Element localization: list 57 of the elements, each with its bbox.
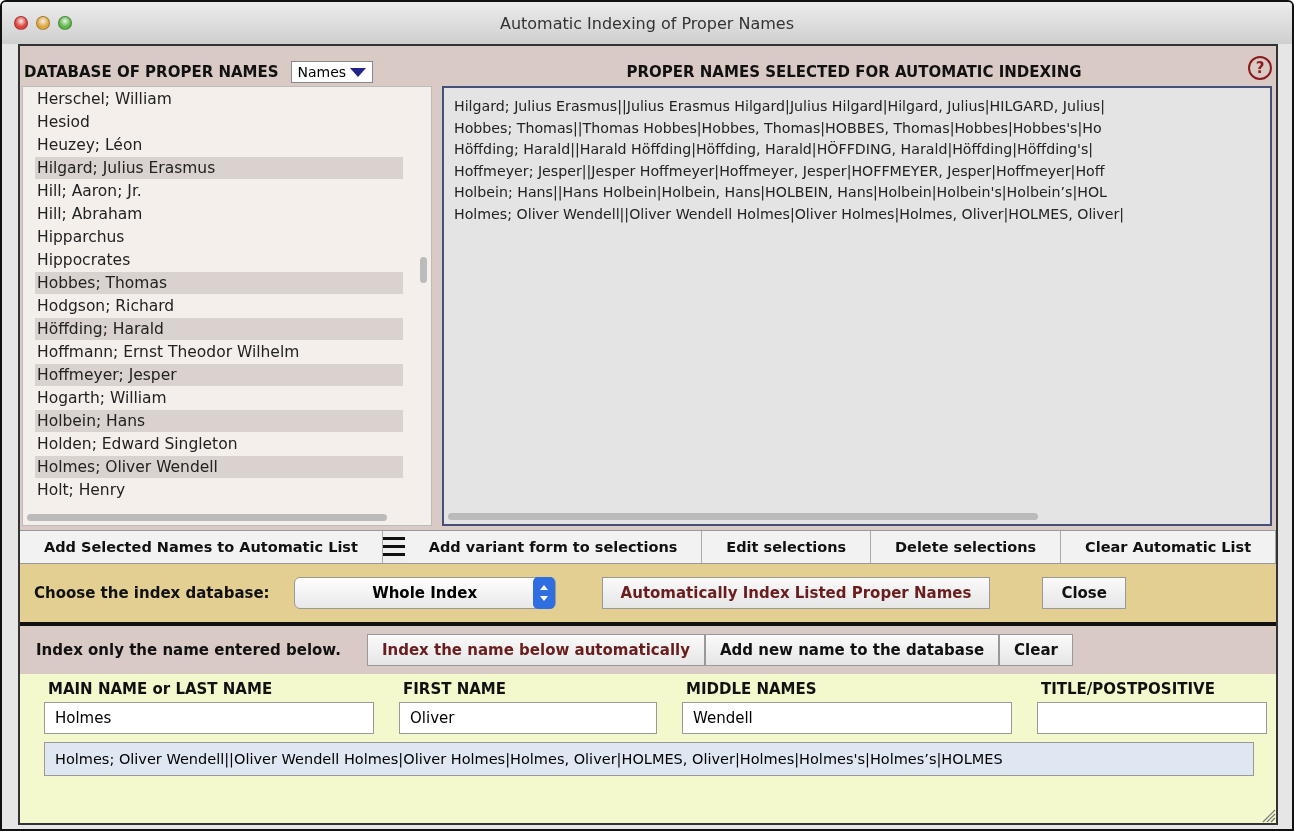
- action-button[interactable]: Clear: [999, 634, 1073, 666]
- list-item[interactable]: Hoffmann; Ernst Theodor Wilhelm: [35, 341, 403, 363]
- help-button[interactable]: ?: [1248, 56, 1272, 80]
- database-label: Choose the index database:: [34, 584, 270, 602]
- close-button[interactable]: Close: [1042, 577, 1126, 609]
- list-item[interactable]: Holden; Edward Singleton: [35, 433, 403, 455]
- list-item[interactable]: Hill; Aaron; Jr.: [35, 180, 403, 202]
- text-line: Höffding; Harald||Harald Höffding|Höffding, Harald|HÖFFDING, Harald|Höffding|Höffding's|: [454, 140, 1095, 160]
- list-item[interactable]: Hilgard; Julius Erasmus: [35, 157, 403, 179]
- field-label: TITLE/POSTPOSITIVE: [1040, 680, 1216, 698]
- list-item[interactable]: Hippocrates: [35, 249, 403, 271]
- list-item[interactable]: Hoffmeyer; Jesper: [35, 364, 403, 386]
- text-line: Holmes; Oliver Wendell||Oliver Wendell Holmes|Oliver Holmes|Holmes, Oliver|HOLMES, Oliver|: [454, 204, 1126, 225]
- scrollbar-thumb[interactable]: [420, 257, 427, 283]
- stepper-icon: [532, 577, 555, 609]
- list-item[interactable]: Heuzey; Léon: [35, 134, 403, 156]
- field-label: MIDDLE NAMES: [685, 680, 818, 698]
- close-window-icon[interactable]: [14, 16, 28, 30]
- list-item[interactable]: Hogarth; William: [35, 387, 403, 409]
- action-button[interactable]: Index the name below automatically: [366, 634, 705, 666]
- panel-title: DATABASE OF PROPER NAMES: [24, 63, 279, 81]
- field-label: FIRST NAME: [402, 680, 507, 698]
- action-button[interactable]: Add new name to the database: [704, 634, 1000, 666]
- window-title: Automatic Indexing of Proper Names: [499, 13, 795, 33]
- instruction-label: Index only the name entered below.: [36, 641, 341, 659]
- list-item[interactable]: Hesiod: [35, 111, 403, 133]
- list-item[interactable]: Herschel; William: [35, 88, 403, 110]
- list-item[interactable]: Hipparchus: [35, 226, 403, 248]
- index-button[interactable]: Automatically Index Listed Proper Names: [601, 577, 991, 609]
- list-item[interactable]: Höffding; Harald: [35, 318, 403, 340]
- list-item[interactable]: Hill; Abraham: [35, 203, 403, 225]
- list-item[interactable]: Hobbes; Thomas: [35, 272, 403, 294]
- name-field[interactable]: Oliver: [399, 702, 657, 734]
- text-line: Hilgard; Julius Erasmus||Julius Erasmus Hilgard|Julius Hilgard|Hilgard, Julius|HILGARD, Julius|: [454, 97, 1107, 117]
- list-item[interactable]: Holt; Henry: [35, 479, 403, 501]
- list-item[interactable]: Hodgson; Richard: [35, 295, 403, 317]
- scrollbar-thumb[interactable]: [27, 514, 387, 521]
- zoom-window-icon[interactable]: [58, 16, 72, 30]
- name-field[interactable]: Wendell: [682, 702, 1012, 734]
- caret-icon: [350, 67, 367, 77]
- minimize-window-icon[interactable]: [36, 16, 50, 30]
- text-area[interactable]: [442, 86, 1272, 526]
- scrollbar-thumb[interactable]: [448, 513, 1038, 520]
- panel-title: PROPER NAMES SELECTED FOR AUTOMATIC INDEXING: [626, 63, 1082, 81]
- resize-grip-icon[interactable]: [1260, 807, 1276, 823]
- database-select[interactable]: Whole Index: [293, 577, 556, 609]
- field-label: MAIN NAME or LAST NAME: [47, 680, 274, 698]
- combined-name-field[interactable]: Holmes; Oliver Wendell||Oliver Wendell Holmes|Oliver Holmes|Holmes, Oliver|HOLMES, Oliver|Holmes|Holmes's|Holmes’s|HOLMES: [44, 742, 1254, 776]
- list-item[interactable]: Holmes; Oliver Wendell: [35, 456, 403, 478]
- text-line: Hoffmeyer; Jesper||Jesper Hoffmeyer|Hoffmeyer, Jesper|HOFFMEYER, Jesper|Hoffmeyer|Hoff: [454, 161, 1106, 182]
- text-line: Holbein; Hans||Hans Holbein|Holbein, Hans|HOLBEIN, Hans|Holbein|Holbein's|Holbein’s|HOL: [454, 183, 1108, 203]
- menu-icon[interactable]: [382, 535, 405, 559]
- name-field[interactable]: [1037, 702, 1267, 734]
- text-line: Hobbes; Thomas||Thomas Hobbes|Hobbes, Thomas|HOBBES, Thomas|Hobbes|Hobbes's|Ho: [454, 118, 1103, 139]
- name-field[interactable]: Holmes: [44, 702, 374, 734]
- list-item[interactable]: Holbein; Hans: [35, 410, 403, 432]
- view-dropdown[interactable]: Names: [290, 61, 374, 83]
